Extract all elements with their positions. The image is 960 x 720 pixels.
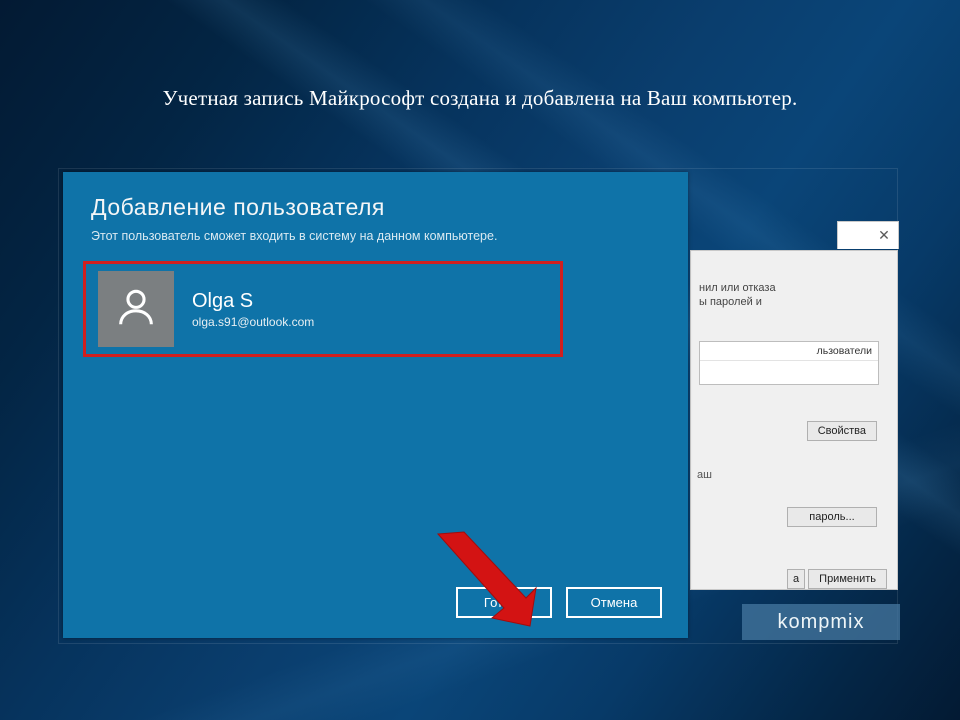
modal-title: Добавление пользователя — [91, 194, 660, 221]
close-icon[interactable]: ✕ — [870, 223, 898, 249]
user-email: olga.s91@outlook.com — [192, 315, 314, 329]
behind-description-fragment: нил или отказа ы паролей и — [699, 281, 889, 310]
password-button[interactable]: пароль... — [787, 507, 877, 527]
behind-frag-line: ы паролей и — [699, 295, 889, 309]
behind-users-column-header: льзователи — [700, 342, 878, 361]
done-button[interactable]: Готово — [456, 587, 552, 618]
behind-text-fragment: аш — [697, 469, 712, 481]
cancel-button[interactable]: Отмена — [566, 587, 662, 618]
watermark: kompmix — [742, 604, 900, 640]
user-accounts-dialog-behind: ✕ нил или отказа ы паролей и льзователи … — [690, 250, 898, 590]
avatar — [98, 271, 174, 347]
person-icon — [113, 284, 159, 335]
behind-button-fragment[interactable]: а — [787, 569, 805, 589]
apply-button[interactable]: Применить — [808, 569, 887, 589]
user-card-highlight: Olga S olga.s91@outlook.com — [83, 261, 563, 357]
behind-titlebar: ✕ — [837, 221, 899, 249]
properties-button[interactable]: Свойства — [807, 421, 877, 441]
user-display-name: Olga S — [192, 290, 314, 313]
modal-subtitle: Этот пользователь сможет входить в систе… — [91, 229, 660, 243]
modal-button-row: Готово Отмена — [456, 587, 662, 618]
behind-users-list: льзователи — [699, 341, 879, 385]
slide-caption: Учетная запись Майкрософт создана и доба… — [0, 86, 960, 111]
add-user-modal: Добавление пользователя Этот пользовател… — [63, 172, 688, 638]
behind-frag-line: нил или отказа — [699, 281, 889, 295]
user-meta: Olga S olga.s91@outlook.com — [192, 290, 314, 329]
